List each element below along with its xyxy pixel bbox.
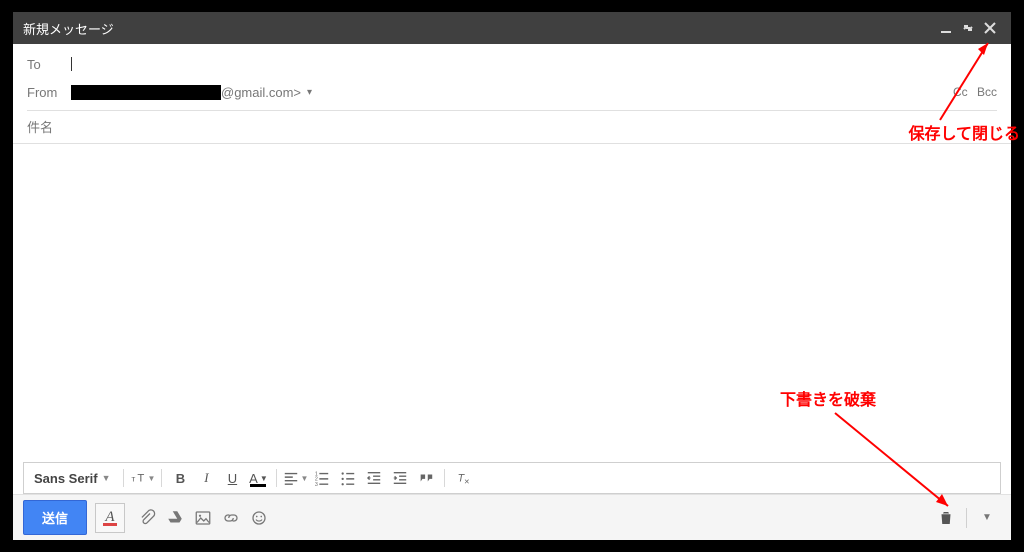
bold-button[interactable]: B	[168, 466, 192, 490]
svg-text:т: т	[131, 473, 135, 483]
to-field[interactable]	[71, 57, 997, 71]
trash-icon	[937, 509, 955, 527]
action-bar-right: ▼	[932, 504, 1001, 532]
discard-draft-button[interactable]	[932, 504, 960, 532]
insert-link-button[interactable]	[217, 504, 245, 532]
insert-photo-button[interactable]	[189, 504, 217, 532]
remove-format-icon: T✕	[455, 470, 471, 486]
from-suffix: @gmail.com>	[221, 85, 301, 100]
chevron-down-icon: ▼	[982, 512, 992, 523]
indent-more-icon	[392, 470, 408, 486]
chevron-down-icon: ▼	[102, 473, 111, 483]
chevron-down-icon: ▼	[260, 474, 268, 483]
font-family-label: Sans Serif	[34, 471, 98, 486]
font-size-icon: тT	[130, 470, 146, 486]
bullet-list-button[interactable]	[336, 466, 360, 490]
separator	[123, 469, 124, 487]
send-button[interactable]: 送信	[23, 500, 87, 535]
close-button[interactable]	[979, 17, 1001, 39]
italic-button[interactable]: I	[194, 466, 218, 490]
svg-text:3: 3	[315, 482, 318, 486]
insert-emoji-button[interactable]	[245, 504, 273, 532]
align-icon	[283, 470, 299, 486]
format-toolbar: Sans Serif ▼ тT ▼ B I U A ▼ ▼ 123	[23, 462, 1001, 494]
svg-text:✕: ✕	[464, 478, 470, 486]
align-button[interactable]: ▼	[283, 466, 308, 490]
message-body[interactable]	[13, 144, 1011, 462]
compose-window: 新規メッセージ To From @gmail.com> ▾ Cc Bcc	[13, 12, 1011, 540]
svg-text:T: T	[137, 472, 144, 484]
from-field[interactable]: @gmail.com> ▾	[71, 85, 947, 100]
from-dropdown-caret[interactable]: ▾	[307, 87, 312, 98]
indent-less-button[interactable]	[362, 466, 386, 490]
chevron-down-icon: ▼	[300, 474, 308, 483]
underline-button[interactable]: U	[220, 466, 244, 490]
subject-row	[13, 111, 1011, 143]
numbered-list-icon: 123	[314, 470, 330, 486]
from-label: From	[27, 85, 71, 100]
separator	[444, 469, 445, 487]
cc-bcc-toggles: Cc Bcc	[947, 85, 997, 99]
minimize-button[interactable]	[935, 17, 957, 39]
text-cursor	[71, 57, 72, 71]
insert-drive-button[interactable]	[161, 504, 189, 532]
photo-icon	[194, 509, 212, 527]
separator	[161, 469, 162, 487]
emoji-icon	[250, 509, 268, 527]
link-icon	[222, 509, 240, 527]
to-row[interactable]: To	[27, 50, 997, 78]
more-options-button[interactable]: ▼	[973, 504, 1001, 532]
drive-icon	[166, 509, 184, 527]
separator	[966, 508, 967, 528]
popout-button[interactable]	[957, 17, 979, 39]
quote-icon	[418, 470, 434, 486]
text-color-button[interactable]: A ▼	[246, 466, 270, 490]
cc-toggle[interactable]: Cc	[953, 85, 968, 99]
text-color-label: A	[249, 471, 258, 486]
remove-format-button[interactable]: T✕	[451, 466, 475, 490]
bcc-toggle[interactable]: Bcc	[977, 85, 997, 99]
numbered-list-button[interactable]: 123	[310, 466, 334, 490]
paperclip-icon	[138, 509, 156, 527]
format-toggle-button[interactable]: A	[95, 503, 125, 533]
attach-file-button[interactable]	[133, 504, 161, 532]
compose-action-bar: 送信 A ▼	[13, 494, 1011, 540]
font-size-button[interactable]: тT ▼	[130, 466, 156, 490]
compose-titlebar: 新規メッセージ	[13, 12, 1011, 44]
chevron-down-icon: ▼	[148, 474, 156, 483]
compose-headers: To From @gmail.com> ▾ Cc Bcc	[13, 44, 1011, 111]
from-row[interactable]: From @gmail.com> ▾ Cc Bcc	[27, 78, 997, 106]
from-redacted	[71, 85, 221, 100]
quote-button[interactable]	[414, 466, 438, 490]
compose-title: 新規メッセージ	[23, 19, 935, 38]
to-label: To	[27, 57, 71, 72]
indent-less-icon	[366, 470, 382, 486]
bullet-list-icon	[340, 470, 356, 486]
subject-input[interactable]	[27, 111, 997, 143]
font-family-button[interactable]: Sans Serif ▼	[28, 466, 117, 490]
format-toggle-label: A	[105, 509, 114, 526]
indent-more-button[interactable]	[388, 466, 412, 490]
separator	[276, 469, 277, 487]
